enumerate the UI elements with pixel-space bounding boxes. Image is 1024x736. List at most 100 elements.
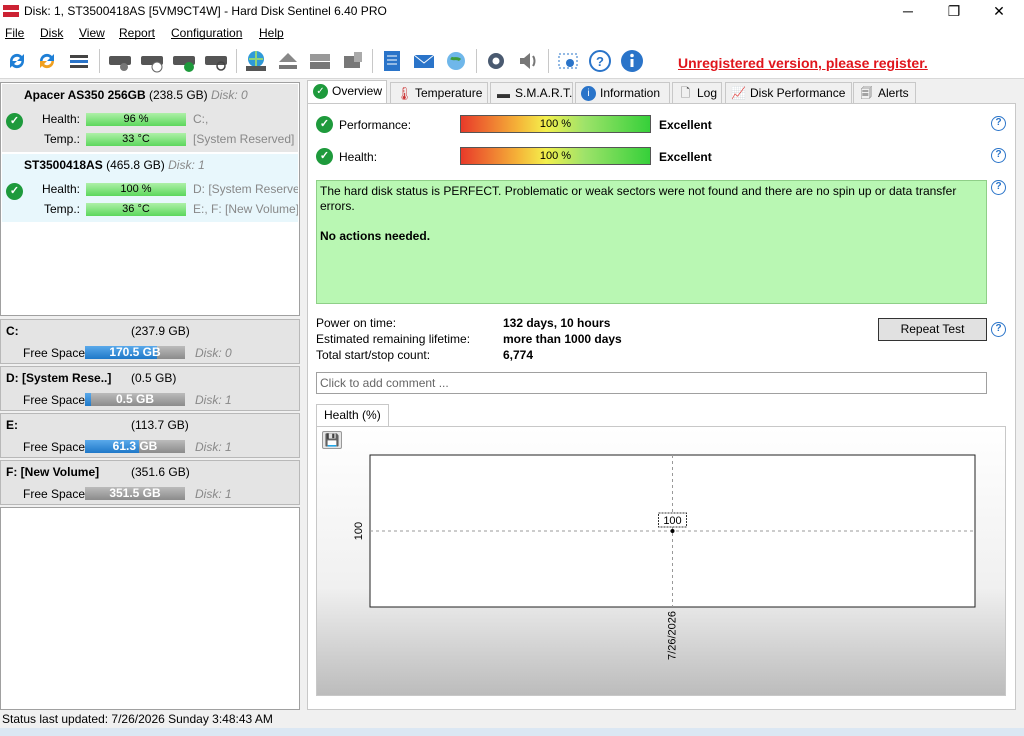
menu-file[interactable]: File (5, 26, 24, 40)
left-empty-area (0, 507, 300, 710)
report-icon[interactable] (379, 48, 405, 74)
menu-help[interactable]: Help (259, 26, 284, 40)
minimize-button[interactable]: ─ (885, 0, 931, 23)
status-action: No actions needed. (320, 229, 431, 243)
menu-view[interactable]: View (79, 26, 105, 40)
free-space-label: Free Space (23, 393, 86, 407)
eject-icon[interactable] (275, 48, 301, 74)
tab-log[interactable]: 🗋 Log (672, 82, 722, 104)
volume-item-e[interactable]: E: (113.7 GB) Free Space 61.3 GB Disk: 1 (0, 413, 300, 458)
menu-report[interactable]: Report (119, 26, 155, 40)
performance-label: Performance: (339, 118, 412, 132)
health-label: Health: (41, 112, 80, 126)
taskbar (0, 728, 1024, 736)
disk-title: Apacer AS350 256GB (238.5 GB) Disk: 0 (24, 88, 248, 102)
free-space-bar: 170.5 GB (85, 346, 185, 359)
health-label: Health: (41, 182, 80, 196)
free-space-bar: 61.3 GB (85, 440, 185, 453)
info-icon[interactable] (619, 48, 645, 74)
volume-hint: E:, F: [New Volume] (193, 202, 298, 216)
free-space-label: Free Space (23, 346, 86, 360)
window-title: Disk: 1, ST3500418AS [5VM9CT4W] - Hard D… (24, 4, 387, 18)
menu-configuration[interactable]: Configuration (171, 26, 242, 40)
tab-overview[interactable]: ✓ Overview (307, 80, 387, 104)
disk-item-apacer[interactable]: Apacer AS350 256GB (238.5 GB) Disk: 0 ✓ … (2, 84, 298, 152)
maximize-button[interactable]: ❐ (931, 0, 977, 23)
document-icon: 🗋 (680, 86, 691, 100)
svg-text:?: ? (596, 54, 604, 69)
title-bar: Disk: 1, ST3500418AS [5VM9CT4W] - Hard D… (0, 0, 1024, 23)
volume-hint: [System Reserved] (193, 132, 295, 146)
performance-bar: 100 % (460, 115, 651, 133)
volume-disk: Disk: 1 (195, 393, 232, 407)
volume-disk: Disk: 1 (195, 440, 232, 454)
status-description: The hard disk status is PERFECT. Problem… (316, 180, 987, 304)
disk-schedule-icon[interactable] (139, 48, 165, 74)
tab-disk-performance[interactable]: 📈 Disk Performance (725, 82, 852, 104)
gear-icon[interactable] (483, 48, 509, 74)
volume-name: E: (6, 418, 18, 432)
disk-list-icon[interactable] (66, 48, 92, 74)
smart-icon: ▬ (497, 86, 510, 101)
disk-item-st3500418as[interactable]: ST3500418AS (465.8 GB) Disk: 1 ✓ Health:… (2, 154, 298, 222)
disk-stack-icon[interactable] (307, 48, 333, 74)
menu-disk[interactable]: Disk (40, 26, 63, 40)
network-disk-icon[interactable] (243, 48, 269, 74)
help-icon[interactable]: ? (991, 180, 1006, 195)
power-on-value: 132 days, 10 hours (503, 316, 611, 330)
start-stop-value: 6,774 (503, 348, 534, 362)
volume-item-c[interactable]: C: (237.9 GB) Free Space 170.5 GB Disk: … (0, 319, 300, 364)
free-space-label: Free Space (23, 440, 86, 454)
help-icon[interactable]: ? (991, 322, 1006, 337)
sound-icon[interactable] (515, 48, 541, 74)
health-bar: 100 % (86, 183, 186, 196)
overview-panel: ✓ Performance: 100 % Excellent ? ✓ Healt… (307, 103, 1016, 710)
thermometer-icon: 🌡 (396, 86, 413, 101)
health-chart-svg: 100 7/26/2026 100 (353, 454, 976, 660)
volume-size: (351.6 GB) (131, 465, 190, 479)
check-icon: ✓ (316, 148, 333, 165)
refresh-all-icon[interactable] (34, 48, 60, 74)
tab-temperature[interactable]: 🌡 Temperature (390, 82, 488, 104)
volume-item-d[interactable]: D: [System Rese..] (0.5 GB) Free Space 0… (0, 366, 300, 411)
help-icon[interactable]: ? (587, 48, 613, 74)
free-space-bar: 0.5 GB (85, 393, 185, 406)
usb-disk-icon[interactable] (339, 48, 365, 74)
close-button[interactable]: ✕ (976, 0, 1022, 23)
tab-smart[interactable]: ▬ S.M.A.R.T. (490, 82, 573, 104)
volume-name: D: [System Rese..] (6, 371, 112, 385)
status-bar: Status last updated: 7/26/2026 Sunday 3:… (0, 710, 1024, 728)
disks-panel: Apacer AS350 256GB (238.5 GB) Disk: 0 ✓ … (0, 82, 300, 316)
performance-rating: Excellent (659, 118, 712, 132)
refresh-icon[interactable] (4, 48, 30, 74)
email-icon[interactable] (411, 48, 437, 74)
disk-ok-icon[interactable] (171, 48, 197, 74)
web-icon[interactable] (443, 48, 469, 74)
disk-test-icon[interactable] (107, 48, 133, 74)
tab-health-chart[interactable]: Health (%) (316, 404, 389, 426)
volume-hint: C:, (193, 112, 209, 126)
info-icon: i (581, 86, 596, 101)
volume-size: (237.9 GB) (131, 324, 190, 338)
comment-input[interactable]: Click to add comment ... (316, 372, 987, 394)
screenshot-icon[interactable] (555, 48, 581, 74)
health-label: Health: (339, 150, 378, 164)
menu-bar: File Disk View Report Configuration Help (0, 23, 1024, 43)
tab-alerts[interactable]: 🗐 Alerts (853, 82, 916, 104)
repeat-test-button[interactable]: Repeat Test (878, 318, 987, 341)
unregistered-link[interactable]: Unregistered version, please register. (678, 55, 928, 71)
y-tick-label: 100 (353, 522, 365, 540)
help-icon[interactable]: ? (991, 148, 1006, 163)
health-rating: Excellent (659, 150, 712, 164)
disk-search-icon[interactable] (203, 48, 229, 74)
app-icon (3, 5, 19, 17)
data-label: 100 (663, 515, 681, 527)
status-text: The hard disk status is PERFECT. Problem… (320, 184, 957, 213)
chart-icon: 📈 (731, 86, 746, 100)
help-icon[interactable]: ? (991, 116, 1006, 131)
power-on-label: Power on time: (316, 316, 397, 330)
tab-information[interactable]: i Information (575, 82, 670, 104)
volume-size: (113.7 GB) (131, 418, 189, 432)
volume-item-f[interactable]: F: [New Volume] (351.6 GB) Free Space 35… (0, 460, 300, 505)
lifetime-value: more than 1000 days (503, 332, 622, 346)
